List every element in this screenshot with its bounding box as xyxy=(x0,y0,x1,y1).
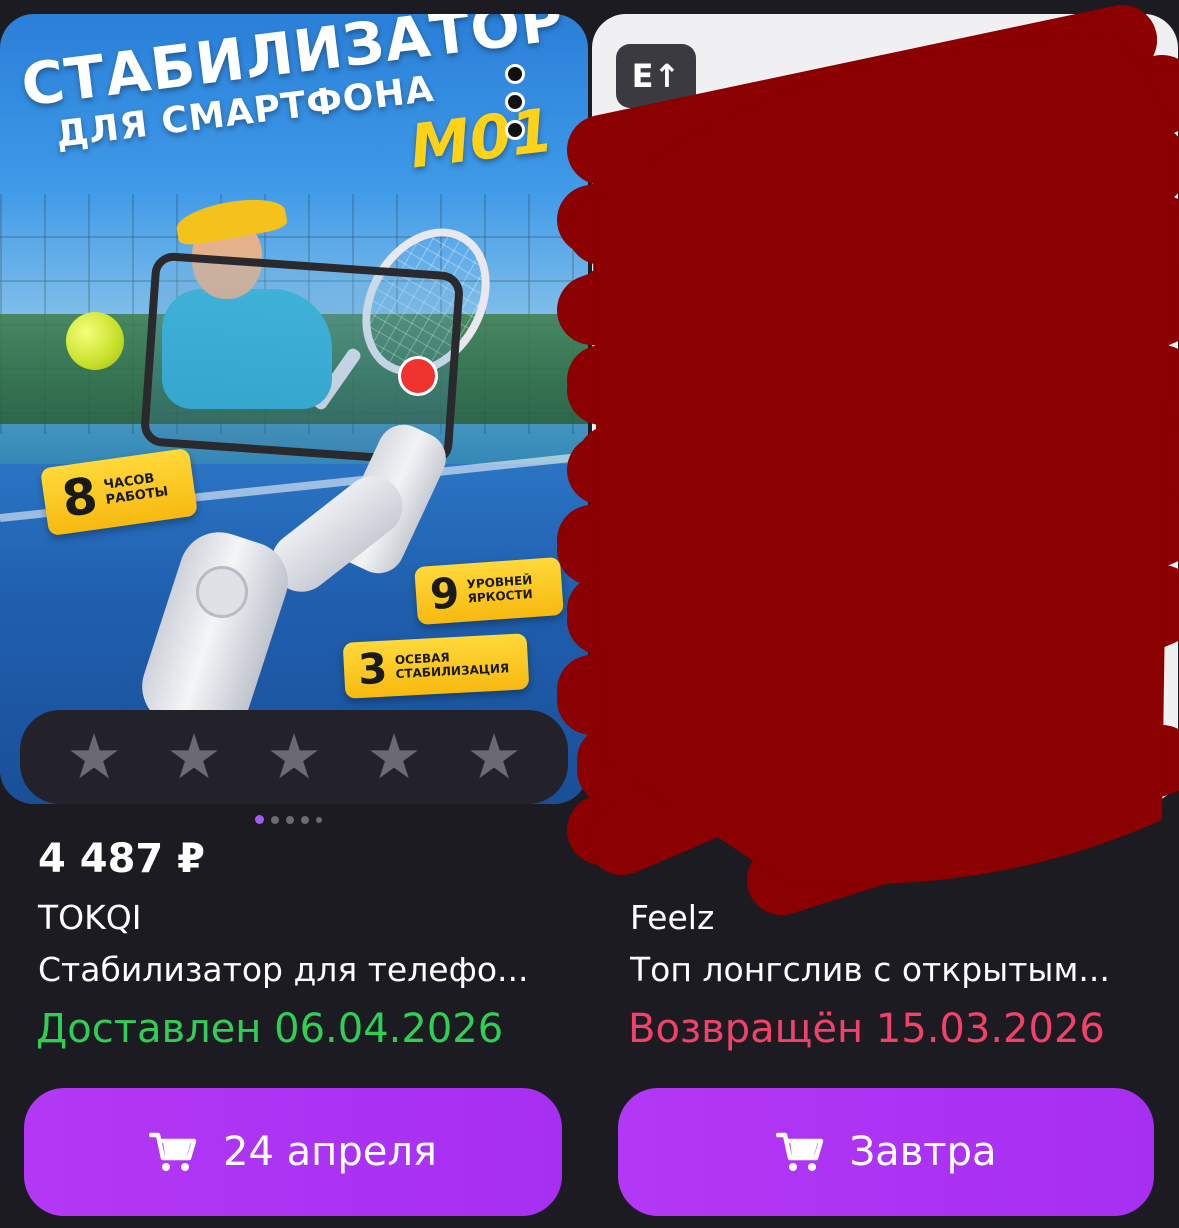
cart-button-label: Завтра xyxy=(849,1129,997,1175)
cart-icon xyxy=(775,1132,823,1171)
orders-page: СТАБИЛИЗАТОР ДЛЯ СМАРТФОНА M01 8 ЧАСОВ Р… xyxy=(0,0,1179,1228)
star-icon[interactable]: ★ xyxy=(166,726,222,788)
star-icon[interactable]: ★ xyxy=(366,726,422,788)
carousel-dot xyxy=(316,816,322,823)
carousel-dots xyxy=(255,815,322,824)
more-options-icon[interactable] xyxy=(504,64,526,140)
order-card[interactable]: E↑ Feelz Топ лонгслив с открытым... Возв… xyxy=(557,0,1179,1228)
badge-axis: 3 ОСЕВАЯ СТАБИЛИЗАЦИЯ xyxy=(342,633,530,699)
badge-brightness: 9 УРОВНЕЙ ЯРКОСТИ xyxy=(414,556,564,626)
carousel-dot xyxy=(286,815,294,824)
badge-text: ЧАСОВ РАБОТЫ xyxy=(102,471,170,508)
badge-number: 3 xyxy=(356,643,389,695)
carousel-dot-active xyxy=(255,815,264,824)
add-to-cart-button[interactable]: 24 апреля xyxy=(24,1088,562,1216)
gimbal-joystick xyxy=(196,566,248,618)
order-card[interactable]: СТАБИЛИЗАТОР ДЛЯ СМАРТФОНА M01 8 ЧАСОВ Р… xyxy=(0,0,590,1228)
order-status: Возвращён 15.03.2026 xyxy=(628,1006,1105,1052)
badge-number: 8 xyxy=(58,466,102,529)
add-to-cart-button[interactable]: Завтра xyxy=(618,1088,1154,1216)
carousel-dot xyxy=(301,815,309,824)
tennis-ball xyxy=(66,312,124,370)
carousel-dot xyxy=(271,815,279,824)
badge-text: УРОВНЕЙ ЯРКОСТИ xyxy=(466,573,534,606)
product-title[interactable]: Топ лонгслив с открытым... xyxy=(630,950,1150,989)
star-icon[interactable]: ★ xyxy=(466,726,522,788)
order-status: Доставлен 06.04.2026 xyxy=(36,1006,504,1052)
star-icon[interactable]: ★ xyxy=(266,726,322,788)
cart-icon xyxy=(149,1132,197,1171)
rating-stars: ★ ★ ★ ★ ★ xyxy=(20,710,568,804)
star-icon[interactable]: ★ xyxy=(66,726,122,788)
product-title[interactable]: Стабилизатор для телефо... xyxy=(38,950,558,989)
product-image[interactable]: СТАБИЛИЗАТОР ДЛЯ СМАРТФОНА M01 8 ЧАСОВ Р… xyxy=(0,14,588,804)
product-brand: TOKQI xyxy=(38,898,142,937)
badge-text: ОСЕВАЯ СТАБИЛИЗАЦИЯ xyxy=(394,650,510,682)
cart-button-label: 24 апреля xyxy=(223,1129,437,1175)
product-price: 4 487 ₽ xyxy=(38,836,206,882)
product-brand: Feelz xyxy=(630,898,715,937)
badge-number: 9 xyxy=(428,568,461,620)
redaction-scribble xyxy=(557,5,1179,915)
record-button xyxy=(398,356,438,396)
